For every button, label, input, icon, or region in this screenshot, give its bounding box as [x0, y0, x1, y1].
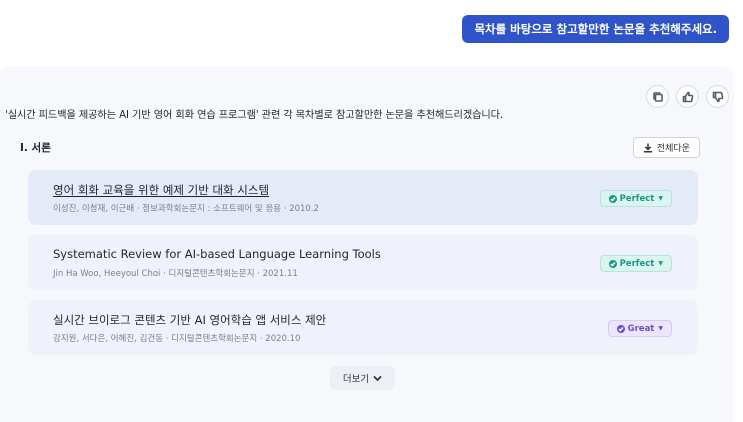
paper-meta: 강지원, 서다은, 어혜진, 김건동 · 디지털콘텐츠학회논문지 · 2020.…: [53, 334, 301, 344]
match-badge-label: Perfect: [619, 193, 655, 204]
paper-title[interactable]: 영어 회화 교육을 위한 예제 기반 대화 시스템: [53, 182, 269, 198]
section-title: I. 서론: [20, 142, 51, 154]
match-badge-dropdown[interactable]: Great ▼: [607, 320, 672, 337]
user-message-text: 목차를 바탕으로 참고할만한 논문을 추천해주세요.: [474, 22, 717, 36]
paper-meta: 이성진, 이청재, 이근배 · 정보과학회논문지 : 소프트웨어 및 응용 · …: [53, 204, 319, 214]
caret-down-icon: ▼: [658, 260, 663, 267]
check-icon: [608, 194, 617, 203]
show-more-label: 더보기: [342, 374, 370, 385]
copy-icon: [652, 91, 663, 102]
caret-down-icon: ▼: [658, 325, 663, 332]
paper-meta: Jin Ha Woo, Heeyoul Choi · 디지털콘텐츠학회논문지 ·…: [53, 269, 298, 279]
check-icon: [608, 259, 617, 268]
feedback-actions: [646, 85, 729, 108]
thumbs-down-button[interactable]: [706, 85, 729, 108]
match-badge-label: Great: [627, 323, 655, 334]
user-message-bubble: 목차를 바탕으로 참고할만한 논문을 추천해주세요.: [462, 15, 729, 43]
thumbs-up-icon: [682, 91, 693, 102]
match-badge-label: Perfect: [619, 258, 655, 269]
answer-intro: '실시간 피드백을 제공하는 AI 기반 영어 회화 연습 프로그램' 관련 각…: [5, 110, 504, 121]
paper-card[interactable]: 영어 회화 교육을 위한 예제 기반 대화 시스템 이성진, 이청재, 이근배 …: [28, 170, 698, 225]
paper-card[interactable]: Systematic Review for AI-based Language …: [28, 235, 698, 290]
show-more-button[interactable]: 더보기: [330, 366, 395, 390]
paper-title[interactable]: 실시간 브이로그 콘텐츠 기반 AI 영어학습 앱 서비스 제안: [53, 312, 326, 328]
match-badge-dropdown[interactable]: Perfect ▼: [599, 190, 672, 207]
check-icon: [616, 324, 625, 333]
thumbs-up-button[interactable]: [676, 85, 699, 108]
thumbs-down-icon: [712, 91, 723, 102]
match-badge-dropdown[interactable]: Perfect ▼: [599, 255, 672, 272]
chevron-down-icon: [373, 375, 382, 381]
caret-down-icon: ▼: [658, 195, 663, 202]
download-all-label: 전체다운: [656, 144, 690, 154]
download-all-button[interactable]: 전체다운: [632, 137, 700, 158]
copy-button[interactable]: [646, 85, 669, 108]
download-icon: [643, 142, 653, 153]
paper-title[interactable]: Systematic Review for AI-based Language …: [53, 247, 381, 261]
paper-card[interactable]: 실시간 브이로그 콘텐츠 기반 AI 영어학습 앱 서비스 제안 강지원, 서다…: [28, 300, 698, 355]
